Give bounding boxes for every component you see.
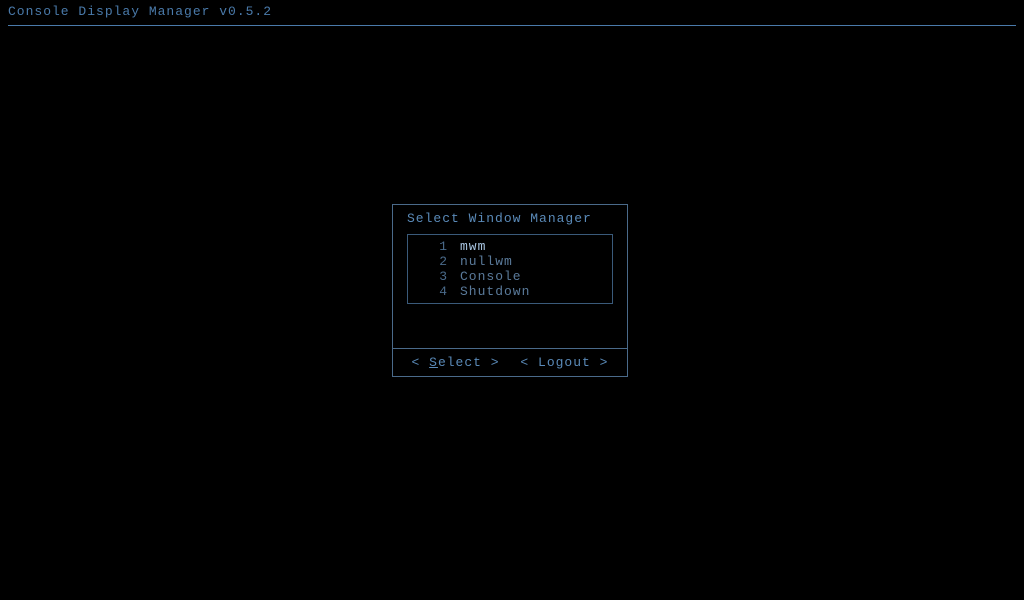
wm-list[interactable]: 1 mwm 2 nullwm 3 Console 4 Shutdown — [407, 234, 613, 304]
button-label: Select — [429, 355, 482, 370]
dialog-spacer — [393, 312, 627, 348]
list-item-label: nullwm — [460, 254, 513, 269]
select-button[interactable]: < Select > — [412, 355, 500, 370]
button-label: Logout — [538, 355, 591, 370]
list-item[interactable]: 1 mwm — [408, 239, 612, 254]
list-item-label: Console — [460, 269, 522, 284]
button-bar: < Select > < Logout > — [393, 348, 627, 376]
list-item-label: mwm — [460, 239, 486, 254]
list-item-label: Shutdown — [460, 284, 530, 299]
header: Console Display Manager v0.5.2 — [0, 0, 1024, 32]
chevron-left-icon: < — [520, 355, 529, 370]
chevron-right-icon: > — [491, 355, 500, 370]
list-item[interactable]: 2 nullwm — [408, 254, 612, 269]
app-title: Console Display Manager v0.5.2 — [8, 4, 1016, 19]
list-item[interactable]: 3 Console — [408, 269, 612, 284]
list-item-number: 2 — [414, 254, 460, 269]
list-item-number: 3 — [414, 269, 460, 284]
logout-button[interactable]: < Logout > — [520, 355, 608, 370]
list-item[interactable]: 4 Shutdown — [408, 284, 612, 299]
header-divider — [8, 25, 1016, 26]
list-item-number: 1 — [414, 239, 460, 254]
chevron-left-icon: < — [412, 355, 421, 370]
list-item-number: 4 — [414, 284, 460, 299]
dialog-window-manager: Select Window Manager 1 mwm 2 nullwm 3 C… — [392, 204, 628, 377]
chevron-right-icon: > — [600, 355, 609, 370]
dialog-title: Select Window Manager — [393, 205, 627, 234]
